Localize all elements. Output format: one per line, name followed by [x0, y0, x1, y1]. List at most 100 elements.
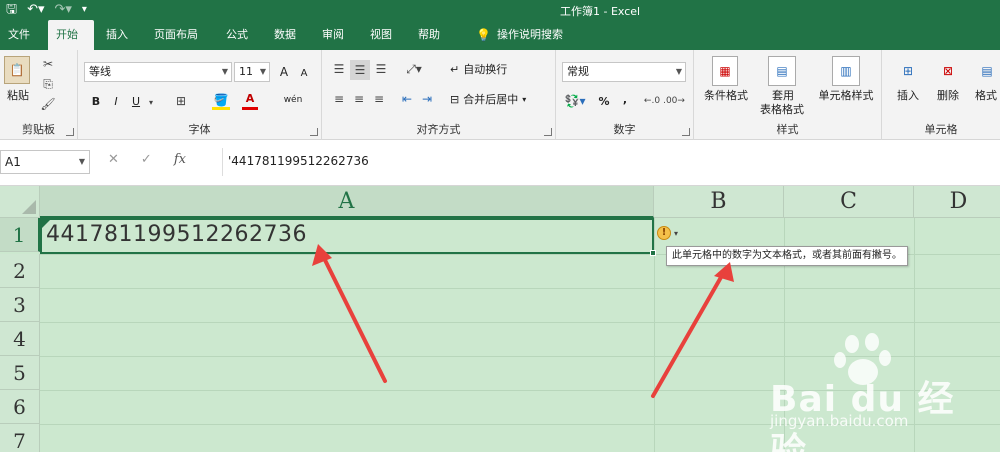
tab-page-layout[interactable]: 页面布局 [146, 20, 206, 50]
row-header-7[interactable]: 7 [0, 424, 40, 452]
cell-styles-button[interactable]: 单元格样式 [812, 88, 880, 102]
styles-group-label: 样式 [776, 123, 799, 136]
row-header-3[interactable]: 3 [0, 288, 40, 322]
align-left-icon[interactable]: ≡ [330, 90, 348, 108]
row-header-6[interactable]: 6 [0, 390, 40, 424]
chevron-down-icon[interactable]: ▾ [146, 94, 156, 110]
chevron-down-icon: ▼ [675, 67, 682, 76]
italic-button[interactable]: I [108, 92, 124, 110]
format-cells-button[interactable]: 格式 [972, 88, 1000, 102]
qat-customize-icon[interactable]: ▾ [82, 2, 87, 18]
format-cells-icon[interactable]: ▤ [974, 56, 1000, 86]
borders-icon[interactable]: ⊞ [170, 92, 192, 110]
column-header-a[interactable]: A [40, 186, 654, 218]
shrink-font-button[interactable]: A [296, 65, 312, 81]
merge-center-button[interactable]: ⊟ 合并后居中 ▾ [450, 90, 546, 108]
paste-button[interactable]: 粘贴 [2, 88, 34, 102]
cancel-icon[interactable]: ✕ [108, 152, 119, 167]
bold-button[interactable]: B [88, 92, 104, 110]
font-color-button[interactable]: A [242, 90, 258, 110]
currency-icon[interactable]: 💱▾ [562, 92, 588, 110]
decrease-decimal-icon[interactable]: .00→ [663, 92, 685, 110]
delete-cells-icon[interactable]: ⊠ [934, 56, 962, 86]
comma-button[interactable]: , [618, 90, 632, 108]
column-header-c[interactable]: C [784, 186, 914, 218]
row-header-5[interactable]: 5 [0, 356, 40, 390]
cut-icon[interactable]: ✂ [40, 56, 56, 72]
tab-insert[interactable]: 插入 [98, 20, 136, 50]
chevron-down-icon: ▼ [78, 157, 85, 166]
tab-view[interactable]: 视图 [362, 20, 400, 50]
window-title: 工作簿1 - Excel [560, 5, 641, 18]
name-box[interactable]: A1 ▼ [0, 150, 90, 174]
insert-cells-button[interactable]: 插入 [890, 88, 926, 102]
paste-icon[interactable]: 📋 [4, 56, 30, 84]
row-header-2[interactable]: 2 [0, 254, 40, 288]
insert-cells-icon[interactable]: ⊞ [894, 56, 922, 86]
select-all-button[interactable] [0, 186, 40, 218]
format-as-table-icon[interactable]: ▤ [768, 56, 796, 86]
tab-home[interactable]: 开始 [48, 20, 94, 50]
tab-formulas[interactable]: 公式 [218, 20, 256, 50]
row-header-4[interactable]: 4 [0, 322, 40, 356]
conditional-format-button[interactable]: 条件格式 [698, 88, 754, 102]
insert-function-button[interactable]: fx [174, 152, 186, 167]
phonetic-guide-button[interactable]: wén [282, 90, 304, 110]
orientation-icon[interactable]: ⤢▾ [402, 60, 426, 78]
copy-icon[interactable]: ⎘ [40, 76, 56, 92]
font-name-select[interactable]: 等线 ▼ [84, 62, 232, 82]
tell-me-search[interactable]: 💡 操作说明搜索 [468, 20, 571, 50]
number-format-select[interactable]: 常规 ▼ [562, 62, 686, 82]
format-painter-icon[interactable]: 🖌 [40, 96, 56, 112]
number-launcher-icon[interactable] [682, 128, 690, 136]
row-header-1[interactable]: 1 [0, 218, 40, 252]
column-header-d[interactable]: D [914, 186, 1000, 218]
group-number: 常规 ▼ 💱▾ % , ←.0 .00→ 数字 [556, 50, 694, 140]
fill-color-icon[interactable]: 🪣 [212, 92, 230, 110]
conditional-format-icon[interactable]: ▦ [712, 56, 738, 86]
redo-icon[interactable]: ↷▾ [55, 2, 72, 18]
tab-help[interactable]: 帮助 [410, 20, 448, 50]
alignment-launcher-icon[interactable] [544, 128, 552, 136]
tab-file[interactable]: 文件 [0, 20, 38, 50]
decrease-indent-icon[interactable]: ⇤ [398, 90, 416, 108]
quick-access-toolbar: 🖫 ↶▾ ↷▾ ▾ [6, 2, 87, 18]
bottom-align-icon[interactable]: ☰ [372, 60, 390, 78]
middle-align-icon[interactable]: ☰ [350, 60, 370, 80]
formula-input[interactable]: '441781199512262736 [228, 154, 369, 168]
percent-button[interactable]: % [596, 92, 612, 110]
name-box-value: A1 [5, 155, 21, 169]
undo-icon[interactable]: ↶▾ [27, 2, 44, 18]
tab-review[interactable]: 审阅 [314, 20, 352, 50]
enter-icon[interactable]: ✓ [141, 152, 152, 167]
font-size-select[interactable]: 11 ▼ [234, 62, 270, 82]
underline-button[interactable]: U [128, 92, 144, 110]
fill-handle[interactable] [650, 250, 656, 256]
wrap-text-button[interactable]: ↵ 自动换行 [450, 60, 524, 78]
align-right-icon[interactable]: ≡ [370, 90, 388, 108]
tab-data[interactable]: 数据 [266, 20, 304, 50]
lightbulb-icon: 💡 [476, 28, 491, 42]
group-alignment: ☰ ☰ ☰ ⤢▾ ≡ ≡ ≡ ⇤ ⇥ ↵ 自动换行 ⊟ 合并后居中 ▾ 对齐方式 [322, 50, 556, 140]
arrow-to-a1 [312, 244, 387, 383]
save-icon[interactable]: 🖫 [6, 2, 17, 18]
increase-decimal-icon[interactable]: ←.0 [642, 92, 662, 110]
gridline [40, 322, 1000, 323]
increase-indent-icon[interactable]: ⇥ [418, 90, 436, 108]
group-font: 等线 ▼ 11 ▼ A A B I U ▾ ⊞ 🪣 A wén 字体 [78, 50, 322, 140]
chevron-down-icon: ▾ [522, 94, 527, 104]
worksheet-grid[interactable]: A B C D 1 2 3 4 5 6 7 441781199512262736… [0, 186, 1000, 452]
clipboard-launcher-icon[interactable] [66, 128, 74, 136]
font-launcher-icon[interactable] [310, 128, 318, 136]
format-as-table-line2[interactable]: 表格格式 [752, 102, 812, 116]
column-header-b[interactable]: B [654, 186, 784, 218]
error-check-button[interactable]: ! ▾ [657, 223, 687, 243]
align-center-icon[interactable]: ≡ [350, 90, 368, 108]
cell-a1-value: 441781199512262736 [46, 222, 307, 247]
format-as-table-line1[interactable]: 套用 [760, 88, 806, 102]
cell-styles-icon[interactable]: ▥ [832, 56, 860, 86]
ribbon-tab-bar: 文件 开始 插入 页面布局 公式 数据 审阅 视图 帮助 💡 操作说明搜索 [0, 20, 1000, 50]
delete-cells-button[interactable]: 删除 [930, 88, 966, 102]
top-align-icon[interactable]: ☰ [330, 60, 348, 78]
grow-font-button[interactable]: A [276, 63, 292, 81]
